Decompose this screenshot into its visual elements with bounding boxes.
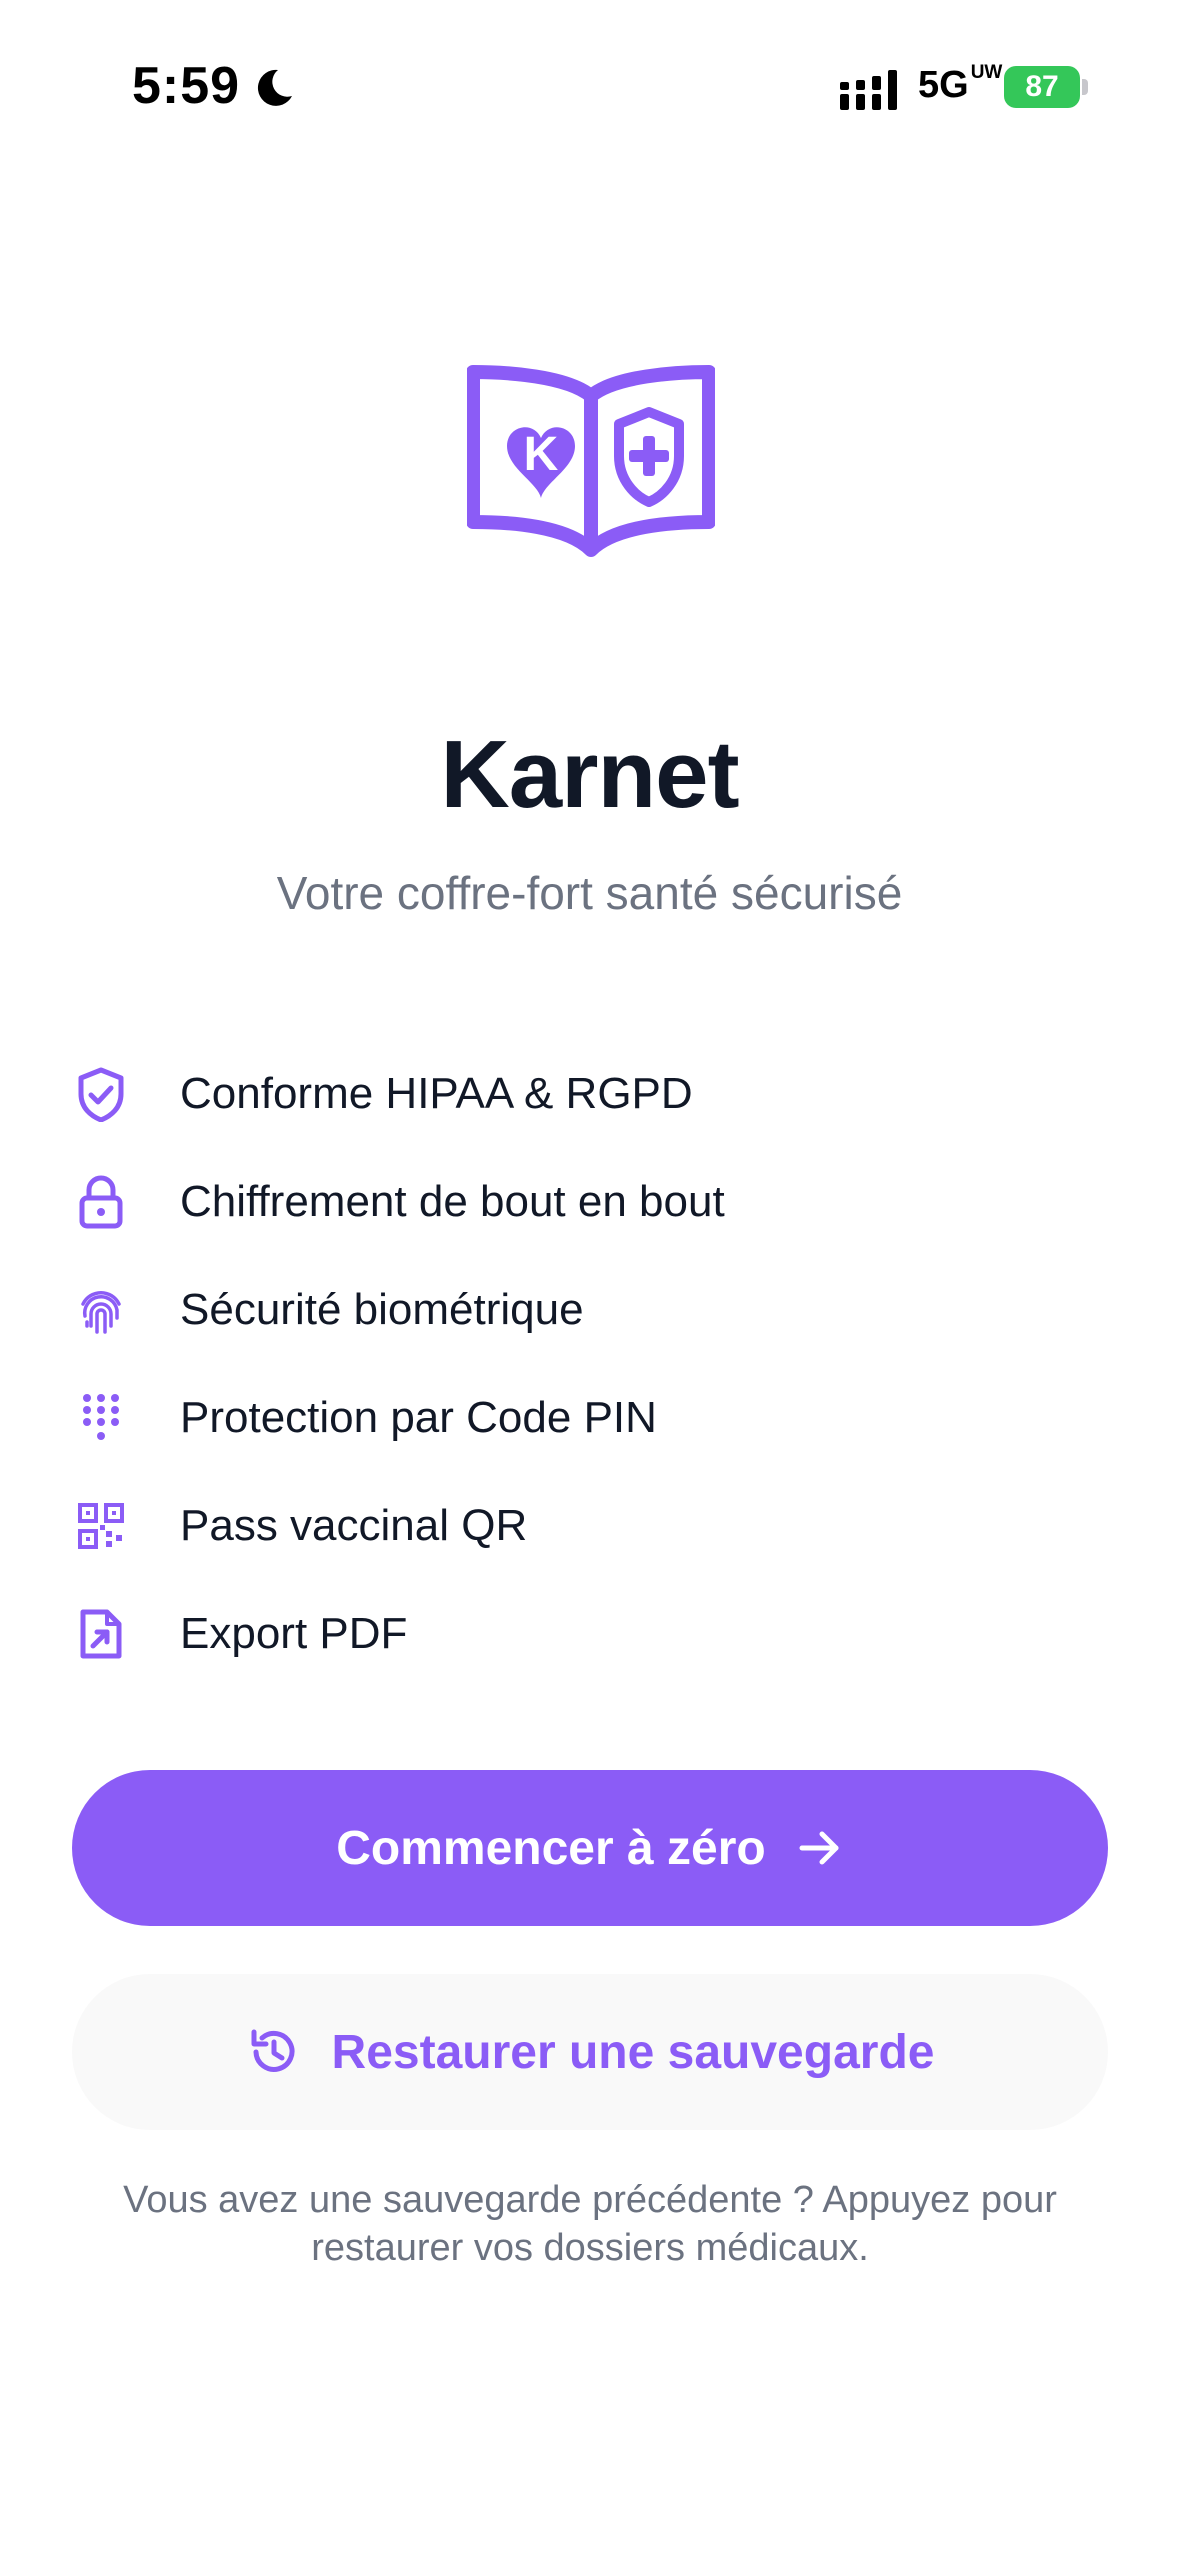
feature-item-qr: Pass vaccinal QR — [74, 1472, 1114, 1580]
shield-check-icon — [74, 1065, 128, 1123]
svg-text:K: K — [524, 428, 559, 481]
lock-icon — [74, 1173, 128, 1231]
features-list: Conforme HIPAA & RGPD Chiffrement de bou… — [74, 1040, 1114, 1688]
app-tagline: Votre coffre-fort santé sécurisé — [276, 867, 903, 919]
feature-label: Export PDF — [180, 1609, 408, 1658]
status-time: 5:59 — [132, 57, 241, 115]
feature-item-pin: Protection par Code PIN — [74, 1364, 1114, 1472]
arrow-right-icon — [799, 1831, 839, 1865]
app-title: Karnet — [440, 721, 739, 828]
feature-item-export: Export PDF — [74, 1580, 1114, 1688]
app-logo-icon: K — [467, 365, 715, 557]
file-export-icon — [74, 1605, 128, 1663]
feature-label: Protection par Code PIN — [180, 1393, 657, 1442]
moon-icon — [257, 69, 292, 106]
restore-hint-text: Vous avez une sauvegarde précédente ? Ap… — [123, 2179, 1057, 2269]
restore-backup-button[interactable]: Restaurer une sauvegarde — [72, 1974, 1108, 2130]
feature-item-encryption: Chiffrement de bout en bout — [74, 1148, 1114, 1256]
signal-icon — [840, 70, 897, 110]
feature-item-biometric: Sécurité biométrique — [74, 1256, 1114, 1364]
status-bar: 5:59 5G UW 87 — [0, 0, 1179, 160]
feature-label: Sécurité biométrique — [180, 1285, 584, 1334]
feature-label: Chiffrement de bout en bout — [180, 1177, 725, 1226]
network-label: 5G UW — [918, 62, 1003, 106]
battery-cap — [1082, 79, 1088, 95]
restore-icon — [251, 2029, 295, 2072]
feature-item-compliance: Conforme HIPAA & RGPD — [74, 1040, 1114, 1148]
restore-backup-label: Restaurer une sauvegarde — [331, 2025, 935, 2079]
feature-label: Pass vaccinal QR — [180, 1501, 528, 1550]
battery-indicator: 87 — [1004, 66, 1080, 108]
start-fresh-label: Commencer à zéro — [336, 1821, 766, 1875]
welcome-screen: 5:59 5G UW 87 K Karnet Votre coffre-fort… — [0, 0, 1179, 2556]
qr-code-icon — [74, 1497, 128, 1555]
start-fresh-button[interactable]: Commencer à zéro — [72, 1770, 1108, 1926]
feature-label: Conforme HIPAA & RGPD — [180, 1069, 693, 1118]
fingerprint-icon — [74, 1281, 128, 1339]
keypad-icon — [74, 1389, 128, 1447]
